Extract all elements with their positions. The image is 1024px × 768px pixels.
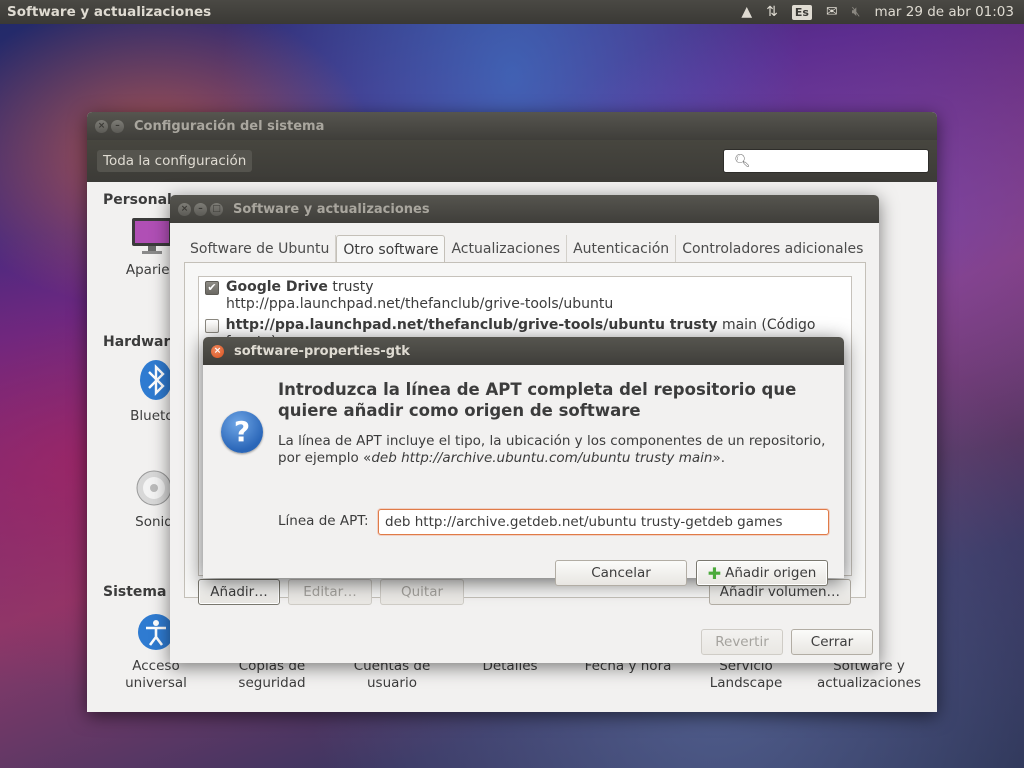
dialog-title: software-properties-gtk — [234, 343, 410, 359]
tab-ubuntu-software[interactable]: Software de Ubuntu — [184, 235, 337, 263]
indicator-area: ▲ ⇅ Es ✉ 🔇︎ mar 29 de abr 01:03 — [741, 4, 1024, 20]
dialog-description-line-1: La línea de APT incluye el tipo, la ubic… — [278, 433, 826, 449]
add-button[interactable]: Añadir… — [198, 579, 280, 605]
backups-item[interactable]: Copias de seguridad — [217, 658, 327, 692]
landscape-label-2: Landscape — [709, 675, 783, 691]
section-hardware: Hardware — [103, 334, 180, 350]
tab-updates[interactable]: Actualizaciones — [445, 235, 568, 263]
dialog-description: La línea de APT incluye el tipo, la ubic… — [278, 433, 838, 467]
remove-button[interactable]: Quitar — [380, 579, 464, 605]
tab-additional-drivers[interactable]: Controladores adicionales — [676, 235, 869, 263]
monitor-icon — [132, 218, 172, 254]
close-icon[interactable]: × — [211, 344, 224, 358]
settings-toolbar: Toda la configuración 🔍︎ — [87, 140, 937, 182]
cancel-button[interactable]: Cancelar — [555, 560, 687, 586]
apt-line-label: Línea de APT: — [278, 513, 369, 529]
dialog-description-prefix: por ejemplo « — [278, 450, 372, 466]
section-system: Sistema — [103, 584, 167, 600]
repo-name: Google Drive — [226, 279, 328, 295]
settings-window-title: Configuración del sistema — [134, 118, 325, 134]
repo-checkbox[interactable] — [205, 319, 219, 333]
list-item[interactable]: ✔ Google Drive trusty http://ppa.launchp… — [205, 279, 613, 313]
question-icon: ? — [221, 411, 263, 453]
clock[interactable]: mar 29 de abr 01:03 — [875, 4, 1015, 20]
repo-checkbox[interactable]: ✔ — [205, 281, 219, 295]
repo-suffix: trusty — [327, 279, 374, 295]
edit-button[interactable]: Editar… — [288, 579, 372, 605]
google-drive-icon[interactable]: ▲ — [741, 4, 752, 20]
landscape-item[interactable]: Servicio Landscape — [691, 658, 801, 692]
top-panel: Software y actualizaciones ▲ ⇅ Es ✉ 🔇︎ m… — [0, 0, 1024, 24]
universal-access-label-2: universal — [125, 675, 187, 691]
add-icon: ✚ — [707, 563, 722, 583]
close-icon[interactable]: × — [95, 119, 108, 133]
sound-label: Sonid — [135, 514, 173, 530]
dialog-description-suffix: ». — [712, 450, 725, 466]
repo-url: http://ppa.launchpad.net/thefanclub/griv… — [226, 296, 614, 312]
software-updates-item[interactable]: Software y actualizaciones — [809, 658, 929, 692]
backups-label-2: seguridad — [238, 675, 306, 691]
add-source-button[interactable]: ✚ Añadir origen — [696, 560, 828, 586]
minimize-icon[interactable]: – — [111, 119, 124, 133]
search-input[interactable]: 🔍︎ — [723, 149, 929, 173]
minimize-icon[interactable]: – — [194, 202, 207, 216]
speaker-icon — [136, 470, 172, 506]
close-button[interactable]: Cerrar — [791, 629, 873, 655]
close-icon[interactable]: × — [178, 202, 191, 216]
add-source-dialog: × software-properties-gtk ? Introduzca l… — [203, 337, 844, 586]
software-titlebar[interactable]: × – □ Software y actualizaciones — [170, 195, 879, 223]
dialog-titlebar[interactable]: × software-properties-gtk — [203, 337, 844, 365]
maximize-icon[interactable]: □ — [210, 202, 223, 216]
dialog-heading: Introduzca la línea de APT completa del … — [278, 380, 797, 420]
all-settings-button[interactable]: Toda la configuración — [97, 150, 253, 172]
repo-name: http://ppa.launchpad.net/thefanclub/griv… — [225, 317, 718, 333]
tab-bar: Software de Ubuntu Otro software Actuali… — [184, 235, 869, 263]
network-icon[interactable]: ⇅ — [766, 4, 778, 20]
dialog-buttons: Cancelar ✚ Añadir origen — [555, 560, 828, 586]
user-accounts-item[interactable]: Cuentas de usuario — [337, 658, 447, 692]
search-icon: 🔍︎ — [734, 153, 751, 169]
tab-authentication[interactable]: Autenticación — [567, 235, 677, 263]
add-source-label: Añadir origen — [725, 565, 817, 581]
section-personal: Personal — [103, 192, 172, 208]
settings-titlebar[interactable]: × – Configuración del sistema — [87, 112, 937, 140]
mail-icon[interactable]: ✉ — [826, 4, 838, 20]
software-footer: Revertir Cerrar — [701, 629, 873, 655]
software-window-title: Software y actualizaciones — [233, 201, 430, 217]
dialog-description-example: deb http://archive.ubuntu.com/ubuntu tru… — [371, 450, 713, 466]
revert-button[interactable]: Revertir — [701, 629, 783, 655]
software-updates-label-2: actualizaciones — [816, 675, 921, 691]
active-app-title: Software y actualizaciones — [7, 4, 212, 20]
sound-muted-icon[interactable]: 🔇︎ — [852, 4, 861, 20]
apt-line-input[interactable] — [378, 509, 829, 535]
keyboard-language-indicator[interactable]: Es — [791, 4, 812, 20]
tab-other-software[interactable]: Otro software — [336, 235, 446, 263]
repo-action-buttons: Añadir… Editar… Quitar — [198, 579, 464, 605]
user-accounts-label-2: usuario — [367, 675, 417, 691]
